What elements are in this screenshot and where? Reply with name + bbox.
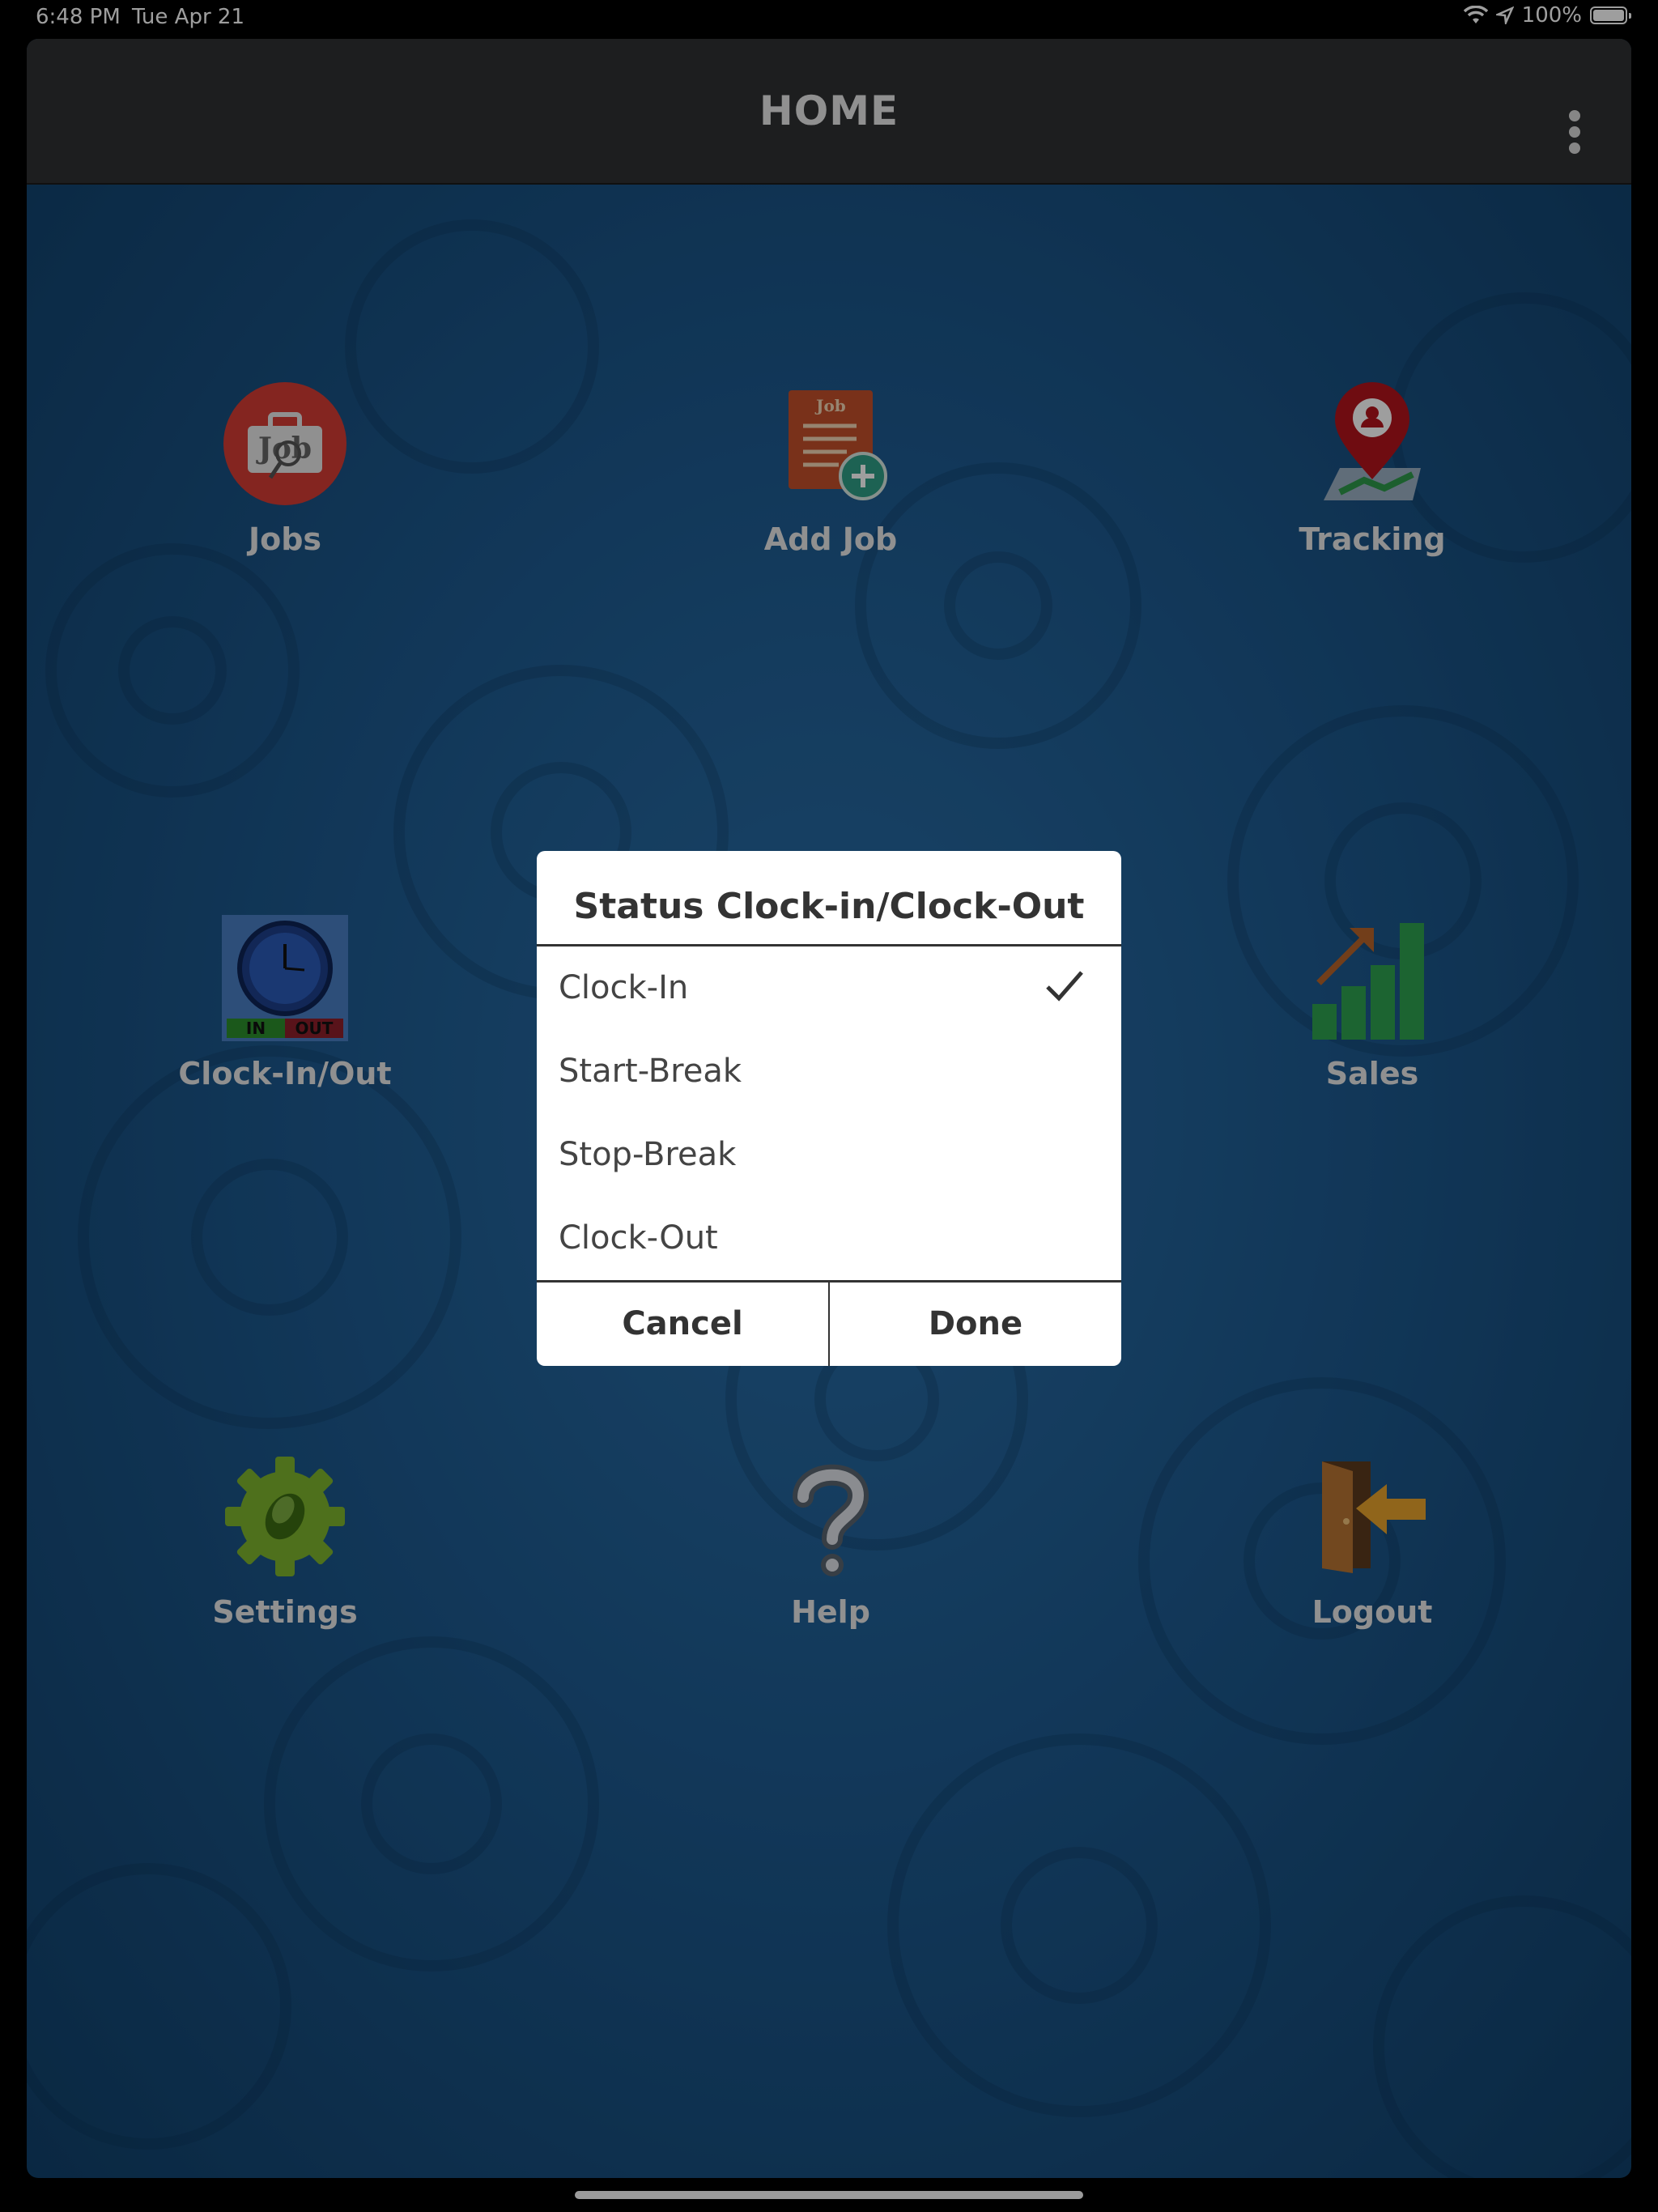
option-start-break[interactable]: Start-Break	[537, 1030, 1121, 1113]
option-label: Clock-In	[559, 969, 689, 1006]
checkmark-icon	[1046, 971, 1083, 1002]
option-label: Start-Break	[559, 1053, 742, 1090]
cancel-button[interactable]: Cancel	[537, 1283, 830, 1366]
option-label: Stop-Break	[559, 1136, 737, 1173]
option-clock-out[interactable]: Clock-Out	[537, 1197, 1121, 1280]
dialog-title: Status Clock-in/Clock-Out	[537, 851, 1121, 946]
option-stop-break[interactable]: Stop-Break	[537, 1113, 1121, 1197]
dialog-buttons: Cancel Done	[537, 1280, 1121, 1366]
option-clock-in[interactable]: Clock-In	[537, 946, 1121, 1030]
home-indicator[interactable]	[575, 2191, 1083, 2199]
done-button[interactable]: Done	[830, 1283, 1121, 1366]
status-dialog: Status Clock-in/Clock-Out Clock-In Start…	[537, 851, 1121, 1366]
option-label: Clock-Out	[559, 1219, 718, 1257]
